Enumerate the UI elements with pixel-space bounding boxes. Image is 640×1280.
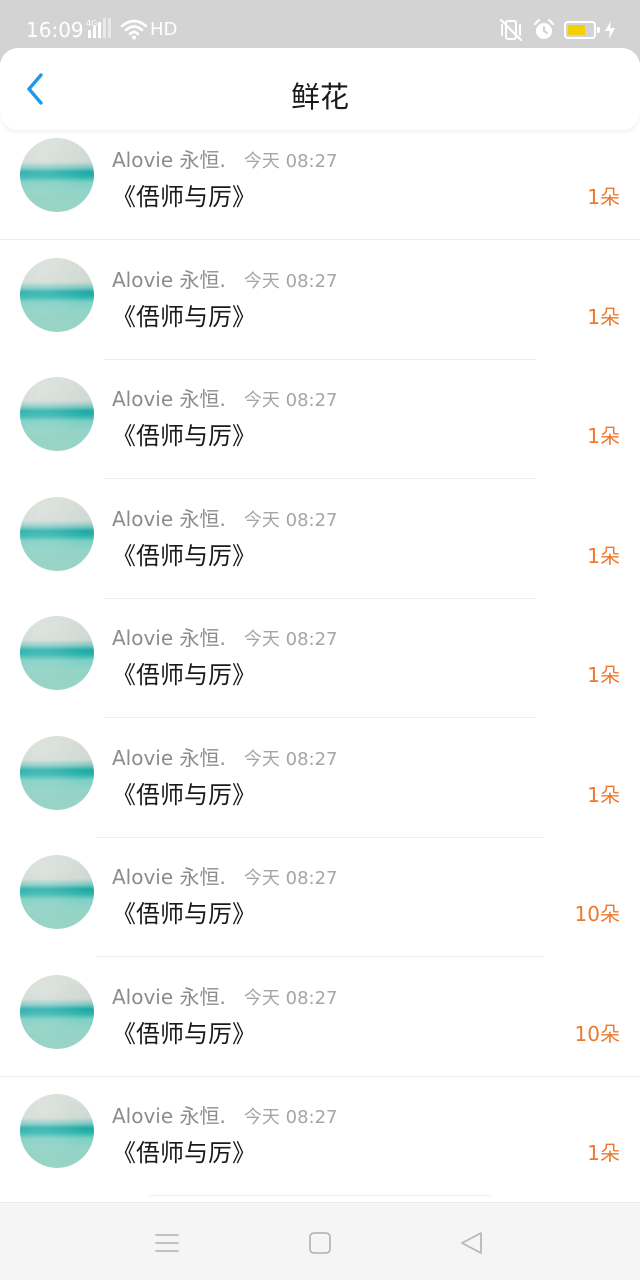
meta-line: Alovie 永恒. 今天 08:27	[112, 503, 338, 532]
username[interactable]: Alovie 永恒.	[112, 1104, 226, 1128]
home-button[interactable]	[306, 1229, 334, 1257]
book-title[interactable]: 《俉师与厉》	[112, 416, 256, 451]
meta-line: Alovie 永恒. 今天 08:27	[112, 383, 338, 412]
avatar[interactable]	[20, 735, 94, 810]
list-item[interactable]: Alovie 永恒. 今天 08:27 《俉师与厉》 1朵	[0, 359, 640, 479]
back-triangle-icon	[461, 1232, 482, 1254]
list-item[interactable]: Alovie 永恒. 今天 08:27 《俉师与厉》 1朵	[0, 598, 640, 718]
header: 鲜花	[0, 48, 640, 130]
charging-icon	[605, 21, 615, 39]
book-title[interactable]: 《俉师与厉》	[112, 894, 256, 929]
menu-button[interactable]	[153, 1229, 181, 1257]
timestamp: 今天 08:27	[243, 151, 338, 172]
username[interactable]: Alovie 永恒.	[112, 268, 226, 292]
book-title[interactable]: 《俉师与厉》	[112, 297, 256, 332]
system-nav-bar	[0, 1202, 640, 1280]
row-divider	[150, 1195, 490, 1196]
username[interactable]: Alovie 永恒.	[112, 387, 226, 411]
flower-amount: 10朵	[574, 902, 620, 926]
battery-level-fill	[568, 25, 585, 35]
list-item[interactable]: Alovie 永恒. 今天 08:27 《俉师与厉》 1朵	[0, 479, 640, 599]
timestamp: 今天 08:27	[243, 390, 338, 411]
list-item[interactable]: Alovie 永恒. 今天 08:27 《俉师与厉》 1朵	[0, 240, 640, 360]
meta-line: Alovie 永恒. 今天 08:27	[112, 981, 338, 1010]
menu-icon	[155, 1234, 179, 1252]
avatar[interactable]	[20, 1094, 94, 1168]
timestamp: 今天 08:27	[243, 629, 338, 650]
book-title[interactable]: 《俉师与厉》	[112, 1133, 256, 1168]
vibrate-icon	[499, 18, 523, 42]
timestamp: 今天 08:27	[243, 868, 338, 889]
flower-amount: 1朵	[587, 782, 620, 807]
flower-amount: 1朵	[587, 1141, 620, 1165]
username[interactable]: Alovie 永恒.	[112, 746, 226, 770]
meta-line: Alovie 永恒. 今天 08:27	[112, 742, 338, 771]
book-title[interactable]: 《俉师与厉》	[112, 775, 256, 810]
username[interactable]: Alovie 永恒.	[112, 985, 226, 1009]
meta-line: Alovie 永恒. 今天 08:27	[112, 1100, 338, 1129]
flower-amount: 1朵	[587, 304, 620, 329]
flower-amount: 1朵	[587, 185, 620, 209]
list-item[interactable]: Alovie 永恒. 今天 08:27 《俉师与厉》 10朵	[0, 837, 640, 957]
timestamp: 今天 08:27	[243, 509, 338, 531]
list-item[interactable]: Alovie 永恒. 今天 08:27 《俉师与厉》 1朵	[0, 120, 640, 240]
system-back-button[interactable]	[458, 1229, 486, 1257]
username[interactable]: Alovie 永恒.	[112, 626, 226, 650]
timestamp: 今天 08:27	[243, 987, 338, 1009]
avatar[interactable]	[20, 974, 94, 1049]
timestamp: 今天 08:27	[243, 748, 338, 770]
signal-4g-icon: 4G	[86, 18, 111, 38]
page-title: 鲜花	[290, 80, 349, 114]
avatar[interactable]	[20, 496, 94, 571]
book-title[interactable]: 《俉师与厉》	[112, 536, 256, 571]
username[interactable]: Alovie 永恒.	[112, 507, 226, 531]
flower-amount: 1朵	[587, 543, 620, 568]
book-title[interactable]: 《俉师与厉》	[112, 655, 256, 690]
list-item[interactable]: Alovie 永恒. 今天 08:27 《俉师与厉》 10朵	[0, 957, 640, 1077]
avatar[interactable]	[20, 377, 94, 451]
hd-label: HD	[150, 19, 178, 40]
status-right-icons	[498, 16, 616, 44]
timestamp: 今天 08:27	[243, 270, 338, 292]
status-time: 16:09	[26, 18, 84, 42]
battery-icon	[564, 21, 600, 39]
avatar[interactable]	[20, 616, 94, 690]
alarm-icon	[533, 18, 555, 39]
meta-line: Alovie 永恒. 今天 08:27	[112, 264, 338, 293]
battery-tip	[597, 27, 600, 33]
wifi-icon	[120, 19, 148, 40]
screen: 16:09 4G HD 鲜花 Alovie 永恒. 今天 08:27 《俉师与厉…	[0, 0, 640, 1280]
meta-line: Alovie 永恒. 今天 08:27	[112, 144, 338, 173]
book-title[interactable]: 《俉师与厉》	[112, 177, 256, 212]
list-item[interactable]: Alovie 永恒. 今天 08:27 《俉师与厉》 1朵	[0, 718, 640, 838]
username[interactable]: Alovie 永恒.	[112, 865, 226, 889]
avatar[interactable]	[20, 855, 94, 929]
meta-line: Alovie 永恒. 今天 08:27	[112, 861, 338, 890]
timestamp: 今天 08:27	[243, 1107, 338, 1128]
flower-amount: 10朵	[574, 1021, 620, 1046]
flower-amount: 1朵	[587, 663, 620, 687]
avatar[interactable]	[20, 138, 94, 212]
username[interactable]: Alovie 永恒.	[112, 148, 226, 172]
list-item[interactable]: Alovie 永恒. 今天 08:27 《俉师与厉》 1朵	[0, 1076, 640, 1196]
book-title[interactable]: 《俉师与厉》	[112, 1014, 256, 1049]
avatar[interactable]	[20, 257, 94, 332]
home-square-icon	[309, 1232, 331, 1254]
flower-amount: 1朵	[587, 424, 620, 448]
meta-line: Alovie 永恒. 今天 08:27	[112, 622, 338, 651]
